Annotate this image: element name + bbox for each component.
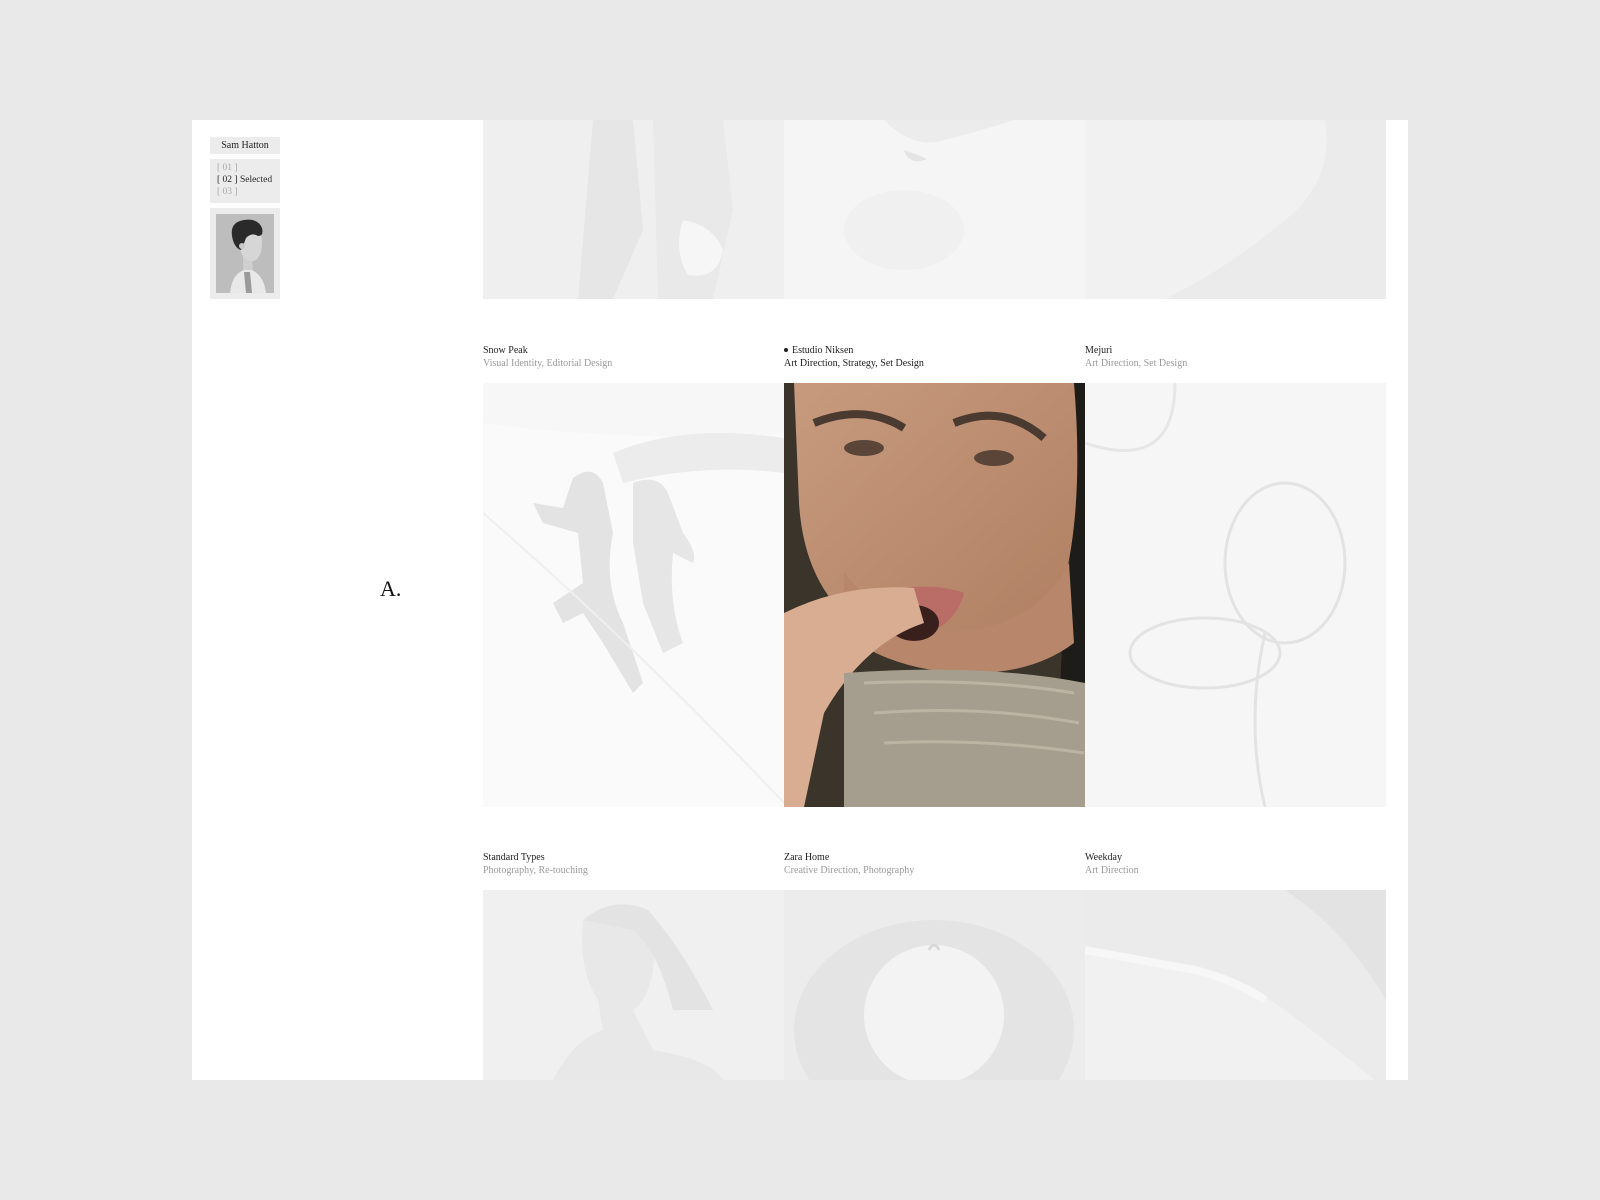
project-title: Standard Types [483, 852, 545, 863]
active-bullet-icon [784, 347, 788, 352]
project-image-zara-home[interactable] [784, 890, 1085, 1080]
project-title: Weekday [1085, 852, 1122, 863]
project-services: Art Direction, Strategy, Set Design [784, 358, 924, 369]
project-image-top-2[interactable] [784, 120, 1085, 299]
project-image-snow-peak[interactable] [483, 383, 784, 807]
project-image-weekday[interactable] [1085, 890, 1386, 1080]
project-services: Visual Identity, Editorial Design [483, 358, 613, 369]
project-caption-estudio-niksen[interactable]: Estudio Niksen Art Direction, Strategy, … [784, 344, 924, 370]
page-frame: Sam Hatton [ 01 ] [ 02 ] Selected [ 03 ]… [192, 120, 1408, 1080]
project-caption-snow-peak[interactable]: Snow Peak Visual Identity, Editorial Des… [483, 344, 612, 370]
project-image-mejuri[interactable] [1085, 383, 1386, 807]
project-image-standard-types[interactable] [483, 890, 784, 1080]
project-title: Snow Peak [483, 345, 528, 356]
project-services: Creative Direction, Photography [784, 865, 915, 876]
nav-item-03[interactable]: [ 03 ] [217, 186, 280, 198]
project-services: Photography, Re-touching [483, 865, 588, 876]
project-caption-mejuri[interactable]: Mejuri Art Direction, Set Design [1085, 344, 1187, 370]
section-nav: [ 01 ] [ 02 ] Selected [ 03 ] [210, 159, 280, 203]
avatar [216, 214, 274, 293]
project-services: Art Direction [1085, 865, 1139, 876]
project-services: Art Direction, Set Design [1085, 358, 1188, 369]
project-caption-standard-types[interactable]: Standard Types Photography, Re-touching [483, 851, 588, 877]
project-title: Estudio Niksen [792, 345, 854, 356]
project-title: Mejuri [1085, 345, 1113, 356]
nav-item-01[interactable]: [ 01 ] [217, 162, 280, 174]
project-caption-zara-home[interactable]: Zara Home Creative Direction, Photograph… [784, 851, 914, 877]
project-image-estudio-niksen[interactable] [784, 383, 1085, 807]
site-name[interactable]: Sam Hatton [210, 137, 280, 154]
project-image-top-1[interactable] [483, 120, 784, 299]
portrait-card[interactable] [210, 208, 280, 299]
monogram: A. [380, 576, 402, 601]
project-title: Zara Home [784, 852, 830, 863]
project-caption-weekday[interactable]: Weekday Art Direction [1085, 851, 1139, 877]
project-image-top-3[interactable] [1085, 120, 1386, 299]
nav-item-02-selected[interactable]: [ 02 ] Selected [217, 174, 280, 186]
